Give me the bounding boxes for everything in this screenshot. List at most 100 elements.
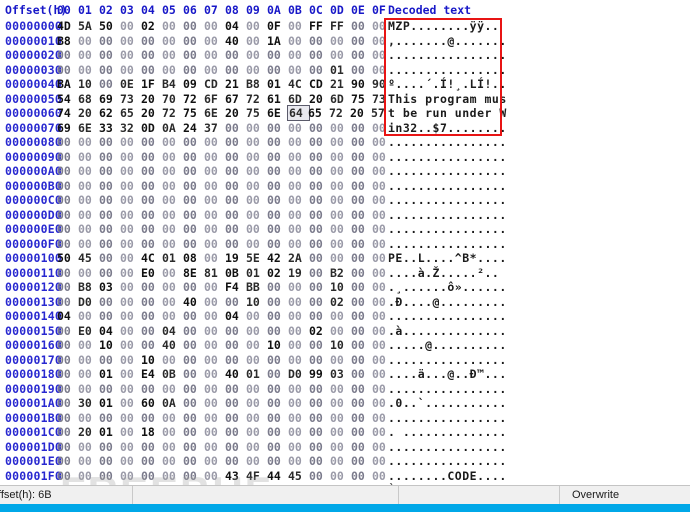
hex-byte-cell[interactable]: 00: [204, 179, 225, 193]
row-decoded-text[interactable]: ................: [388, 48, 507, 62]
hex-byte-cell[interactable]: 00: [204, 367, 225, 381]
hex-byte-cell[interactable]: 00: [246, 454, 267, 468]
hex-byte-cell[interactable]: 00: [288, 121, 309, 135]
hex-byte-cell[interactable]: D0: [78, 295, 99, 309]
hex-byte-cell[interactable]: 00: [162, 48, 183, 62]
hex-byte-cell[interactable]: BB: [246, 280, 267, 294]
hex-byte-cell[interactable]: FF: [309, 19, 330, 33]
hex-byte-cell[interactable]: 00: [120, 411, 141, 425]
row-bytes[interactable]: 00 00 00 00 00 00 00 00 00 00 00 00 00 00 00 00: [57, 382, 393, 396]
hex-byte-cell[interactable]: 00: [246, 324, 267, 338]
hex-byte-cell[interactable]: 19: [288, 266, 309, 280]
hex-byte-cell[interactable]: 00: [204, 469, 225, 483]
hex-byte-cell[interactable]: 00: [162, 295, 183, 309]
hex-byte-cell[interactable]: 42: [267, 251, 288, 265]
hex-byte-cell[interactable]: 00: [141, 309, 162, 323]
hex-byte-cell[interactable]: 00: [267, 396, 288, 410]
hex-byte-cell[interactable]: 00: [78, 338, 99, 352]
hex-byte-cell[interactable]: 81: [204, 266, 225, 280]
hex-byte-cell[interactable]: 00: [288, 338, 309, 352]
hex-byte-cell[interactable]: 00: [309, 425, 330, 439]
hex-byte-cell[interactable]: F4: [225, 280, 246, 294]
row-decoded-text[interactable]: . ..............: [388, 425, 507, 439]
hex-byte-cell[interactable]: 01: [246, 266, 267, 280]
hex-byte-cell[interactable]: 00: [225, 164, 246, 178]
hex-byte-cell[interactable]: 00: [204, 208, 225, 222]
hex-byte-cell[interactable]: 00: [309, 208, 330, 222]
hex-byte-cell[interactable]: 00: [183, 454, 204, 468]
hex-byte-cell[interactable]: 00: [309, 251, 330, 265]
hex-byte-cell[interactable]: 00: [204, 251, 225, 265]
hex-byte-cell[interactable]: FF: [330, 19, 351, 33]
hex-byte-cell[interactable]: 21: [330, 77, 351, 91]
hex-byte-cell[interactable]: 00: [351, 280, 372, 294]
hex-byte-cell[interactable]: D0: [288, 367, 309, 381]
hex-byte-cell[interactable]: 03: [99, 280, 120, 294]
hex-byte-cell[interactable]: 00: [288, 164, 309, 178]
hex-byte-cell[interactable]: 00: [120, 324, 141, 338]
hex-byte-cell[interactable]: CD: [204, 77, 225, 91]
hex-byte-cell[interactable]: 00: [204, 382, 225, 396]
hex-byte-cell[interactable]: 20: [141, 92, 162, 106]
hex-byte-cell[interactable]: 00: [351, 164, 372, 178]
hex-byte-cell[interactable]: 00: [351, 295, 372, 309]
row-decoded-text[interactable]: t be run under W: [388, 106, 507, 120]
hex-byte-cell[interactable]: 00: [288, 280, 309, 294]
hex-byte-cell[interactable]: 00: [162, 63, 183, 77]
hex-byte-cell[interactable]: 00: [204, 309, 225, 323]
hex-byte-cell[interactable]: 00: [57, 164, 78, 178]
hex-byte-cell[interactable]: 00: [141, 469, 162, 483]
row-decoded-text[interactable]: ................: [388, 309, 507, 323]
hex-byte-cell[interactable]: 00: [267, 150, 288, 164]
hex-byte-cell[interactable]: 04: [99, 324, 120, 338]
hex-byte-cell[interactable]: 0F: [267, 19, 288, 33]
hex-byte-cell[interactable]: 8E: [183, 266, 204, 280]
hex-byte-cell[interactable]: 43: [225, 469, 246, 483]
hex-byte-cell[interactable]: 61: [267, 92, 288, 106]
hex-byte-cell[interactable]: 00: [225, 353, 246, 367]
hex-byte-cell[interactable]: 0D: [141, 121, 162, 135]
row-bytes[interactable]: 00 00 00 00 10 00 00 00 00 00 00 00 00 00 00 00: [57, 353, 393, 367]
hex-byte-cell[interactable]: 75: [246, 106, 267, 120]
hex-byte-cell[interactable]: B4: [162, 77, 183, 91]
row-bytes[interactable]: 54 68 69 73 20 70 72 6F 67 72 61 6D 20 6D 75 73: [57, 92, 393, 106]
hex-byte-cell[interactable]: 00: [246, 135, 267, 149]
hex-byte-cell[interactable]: 00: [183, 469, 204, 483]
hex-byte-cell[interactable]: 00: [99, 353, 120, 367]
hex-byte-cell[interactable]: 00: [309, 150, 330, 164]
hex-byte-cell[interactable]: 50: [99, 19, 120, 33]
hex-byte-cell[interactable]: 00: [288, 454, 309, 468]
hex-byte-cell[interactable]: 00: [99, 63, 120, 77]
hex-byte-cell[interactable]: 4F: [246, 469, 267, 483]
hex-byte-cell[interactable]: 00: [267, 367, 288, 381]
hex-byte-cell[interactable]: 10: [330, 280, 351, 294]
hex-byte-cell[interactable]: 00: [225, 222, 246, 236]
hex-byte-cell[interactable]: 02: [309, 324, 330, 338]
row-bytes[interactable]: 00 00 00 00 00 00 00 00 00 00 00 00 00 00 00 00: [57, 222, 393, 236]
hex-byte-cell[interactable]: 00: [141, 135, 162, 149]
hex-byte-cell[interactable]: 00: [120, 382, 141, 396]
hex-byte-cell[interactable]: 00: [246, 48, 267, 62]
hex-byte-cell[interactable]: 00: [120, 179, 141, 193]
hex-byte-cell[interactable]: 00: [288, 193, 309, 207]
hex-byte-cell[interactable]: 72: [183, 92, 204, 106]
hex-byte-cell[interactable]: 00: [99, 251, 120, 265]
hex-byte-cell[interactable]: 6E: [267, 106, 288, 120]
hex-byte-cell[interactable]: 00: [225, 237, 246, 251]
hex-byte-cell[interactable]: 00: [225, 179, 246, 193]
hex-byte-cell[interactable]: 4C: [141, 251, 162, 265]
hex-byte-cell[interactable]: 00: [162, 222, 183, 236]
hex-byte-cell[interactable]: 00: [78, 179, 99, 193]
hex-byte-cell[interactable]: 00: [309, 63, 330, 77]
row-decoded-text[interactable]: ....ä...@..Ð™...: [388, 367, 507, 381]
row-decoded-text[interactable]: ................: [388, 454, 507, 468]
hex-byte-cell[interactable]: B8: [57, 34, 78, 48]
hex-byte-cell[interactable]: 00: [183, 324, 204, 338]
hex-byte-cell[interactable]: 20: [309, 92, 330, 106]
hex-byte-cell[interactable]: 00: [225, 135, 246, 149]
hex-byte-cell[interactable]: 00: [141, 179, 162, 193]
hex-byte-cell[interactable]: 00: [57, 179, 78, 193]
hex-byte-cell[interactable]: 01: [267, 77, 288, 91]
row-decoded-text[interactable]: .0..`...........: [388, 396, 507, 410]
hex-byte-cell[interactable]: 00: [57, 237, 78, 251]
